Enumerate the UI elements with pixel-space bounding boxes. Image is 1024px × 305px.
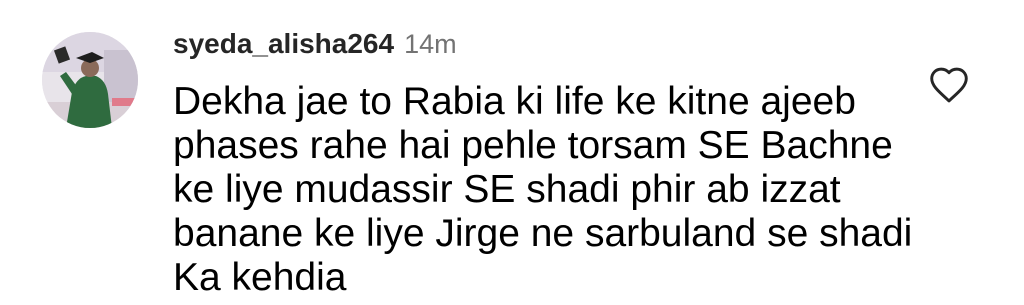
timestamp: 14m [404,29,457,59]
comment-text-line: banane ke liye Jirge ne sarbuland se sha… [173,212,913,255]
comment-text-line: Dekha jae to Rabia ki life ke kitne ajee… [173,80,856,123]
comment-text-line: phases rahe hai pehle torsam SE Bachne [173,124,893,167]
comment-text-line: ke liye mudassir SE shadi phir ab izzat [173,168,841,211]
profile-photo [42,32,138,128]
avatar[interactable] [42,32,138,128]
comment-header: syeda_alisha264 14m [173,28,457,64]
comment-text-line: Ka kehdia [173,256,347,299]
comment-item: syeda_alisha264 14m Dekha jae to Rabia k… [0,0,1024,305]
like-button[interactable] [928,66,970,104]
username-link[interactable]: syeda_alisha264 [173,28,394,60]
comment-text: Dekha jae to Rabia ki life ke kitne ajee… [173,80,913,300]
heart-outline-icon [930,67,968,103]
